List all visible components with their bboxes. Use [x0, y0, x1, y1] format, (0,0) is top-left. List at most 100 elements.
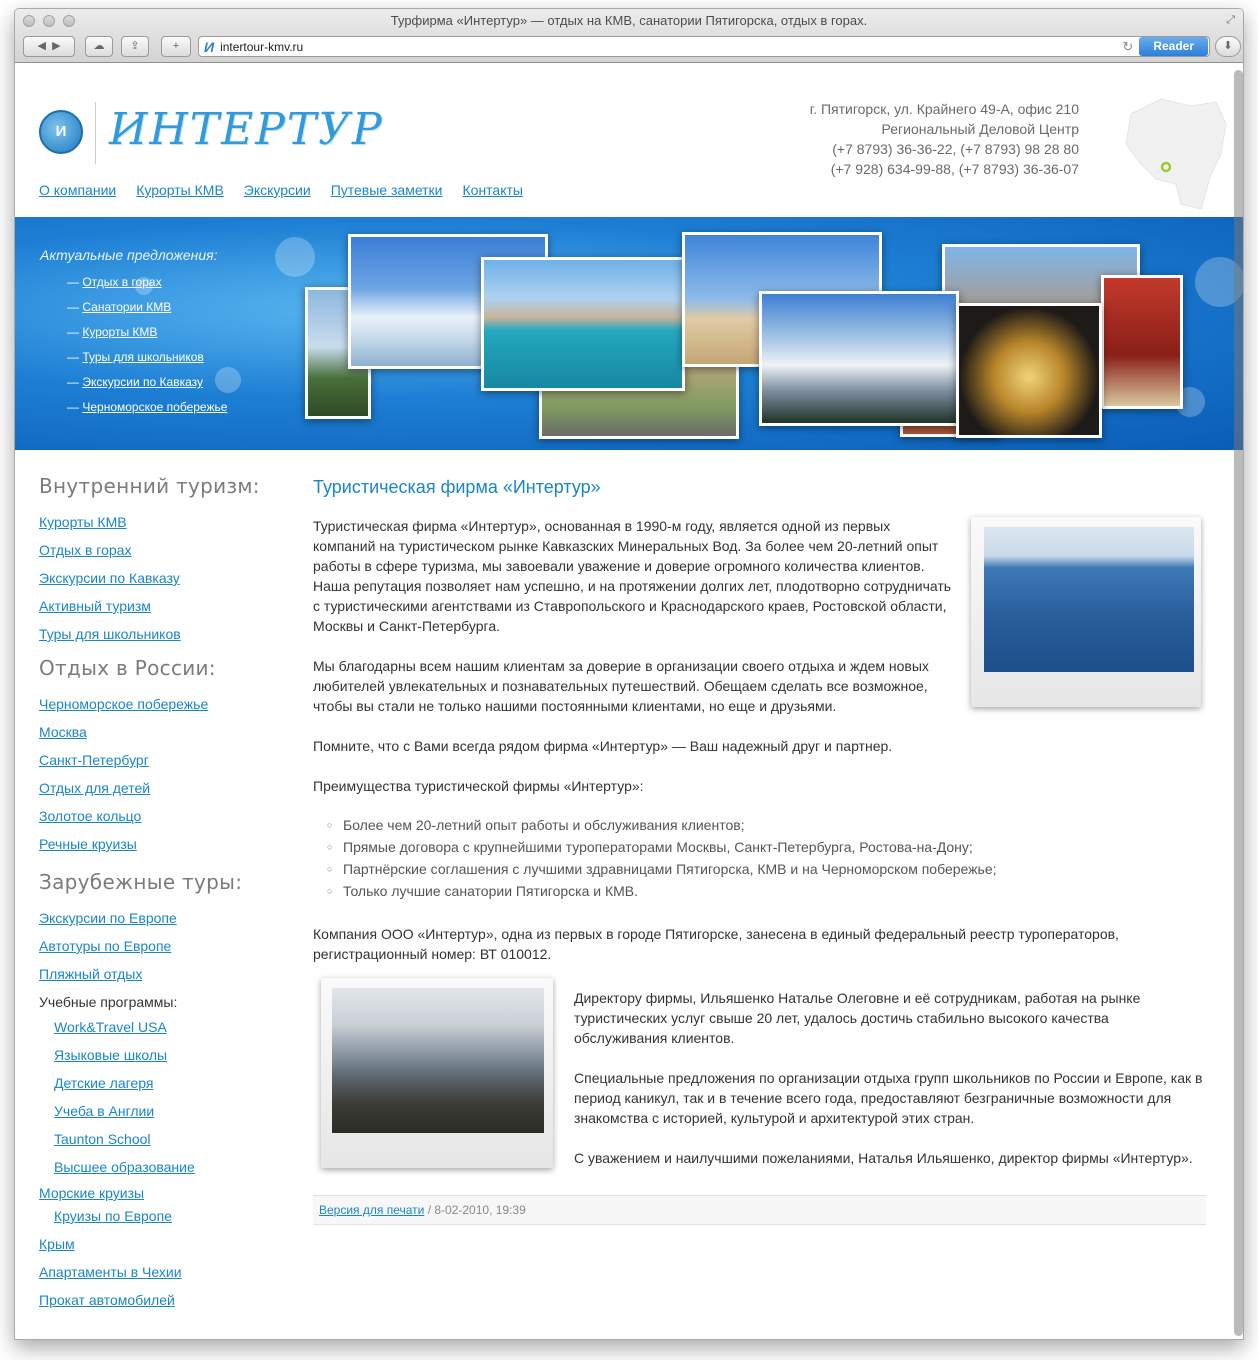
nav-about[interactable]: О компании: [39, 182, 116, 198]
offers-banner: Актуальные предложения: — Отдых в горах …: [15, 217, 1243, 450]
sidebar-sublink[interactable]: Taunton School: [54, 1131, 151, 1147]
offer-item: — Отдых в горах: [67, 275, 162, 289]
offer-link-black-sea[interactable]: Черноморское побережье: [82, 400, 227, 414]
offer-link-mountains[interactable]: Отдых в горах: [82, 275, 161, 289]
sidebar-link[interactable]: Курорты КМВ: [39, 514, 127, 530]
sidebar-link[interactable]: Экскурсии по Европе: [39, 910, 177, 926]
article-paragraph: Компания ООО «Интертур», одна из первых …: [313, 926, 1119, 962]
article-paragraph: Специальные предложения по организации о…: [574, 1070, 1203, 1126]
sidebar-link[interactable]: Пляжный отдых: [39, 966, 142, 982]
sidebar-link[interactable]: Крым: [39, 1236, 75, 1252]
logo-wordmark[interactable]: ИНТЕРТУР: [109, 104, 384, 155]
publish-date: / 8-02-2010, 19:39: [427, 1203, 526, 1217]
sidebar-link[interactable]: Черноморское побережье: [39, 696, 208, 712]
sidebar-link[interactable]: Морские круизы: [39, 1185, 144, 1201]
sidebar-heading-domestic: Внутренний туризм:: [39, 474, 260, 498]
sidebar-sublink[interactable]: Языковые школы: [54, 1047, 167, 1063]
sidebar-link[interactable]: Отдых для детей: [39, 780, 150, 796]
sidebar-heading-abroad: Зарубежные туры:: [39, 870, 243, 894]
share-button[interactable]: ⇪: [121, 36, 149, 57]
downloads-button[interactable]: ⬇: [1215, 36, 1241, 57]
offer-item: — Черноморское побережье: [67, 400, 228, 414]
sidebar-sublink[interactable]: Круизы по Европе: [54, 1208, 172, 1224]
offer-link-school-tours[interactable]: Туры для школьников: [82, 350, 203, 364]
sidebar-link[interactable]: Отдых в горах: [39, 542, 131, 558]
article-photo-mountain-frame: [321, 978, 553, 1168]
sidebar-sublink[interactable]: Work&Travel USA: [54, 1019, 167, 1035]
contact-center: Региональный Деловой Центр: [881, 121, 1079, 137]
site-header: И ИНТЕРТУР г. Пятигорск, ул. Крайнего 49…: [15, 64, 1243, 217]
reader-button[interactable]: Reader: [1139, 37, 1208, 56]
banner-photo-yacht: [481, 257, 685, 391]
page-scrollbar[interactable]: [1234, 70, 1243, 1336]
article-photo-sea-frame: [971, 517, 1201, 707]
sidebar-list-russia: Черноморское побережье Москва Санкт-Пете…: [39, 696, 279, 864]
new-tab-button[interactable]: +: [161, 36, 191, 57]
article-photo-mountain: [332, 988, 544, 1133]
sidebar: Внутренний туризм: Курорты КМВ Отдых в г…: [39, 450, 279, 1320]
article-paragraph: Туристическая фирма «Интертур», основанн…: [313, 518, 952, 634]
window-title: Турфирма «Интертур» — отдых на КМВ, сана…: [390, 13, 868, 28]
sidebar-link[interactable]: Москва: [39, 724, 87, 740]
article-paragraph: Мы благодарны всем нашим клиентам за дов…: [313, 658, 929, 714]
top-navigation: О компании Курорты КМВ Экскурсии Путевые…: [39, 182, 523, 198]
fullscreen-icon[interactable]: ⤢: [1226, 14, 1235, 27]
contact-block: г. Пятигорск, ул. Крайнего 49-А, офис 21…: [810, 99, 1079, 179]
cloud-icon: ☁: [93, 40, 105, 52]
back-icon[interactable]: ◀: [37, 40, 45, 52]
sidebar-link[interactable]: Золотое кольцо: [39, 808, 141, 824]
sidebar-link[interactable]: Речные круизы: [39, 836, 137, 852]
sidebar-link[interactable]: Экскурсии по Кавказу: [39, 570, 180, 586]
article-paragraph: Преимущества туристической фирмы «Интерт…: [313, 778, 644, 794]
site-favicon-icon: И: [204, 38, 215, 55]
sidebar-sublink[interactable]: Детские лагеря: [54, 1075, 153, 1091]
article-paragraph: С уважением и наилучшими пожеланиями, На…: [574, 1150, 1193, 1166]
offer-item: — Туры для школьников: [67, 350, 204, 364]
sidebar-link[interactable]: Прокат автомобилей: [39, 1292, 175, 1308]
sidebar-link[interactable]: Туры для школьников: [39, 626, 181, 642]
print-version-link[interactable]: Версия для печати: [319, 1203, 424, 1217]
offers-list: — Отдых в горах — Санатории КМВ — Курорт…: [67, 275, 227, 425]
nav-resorts[interactable]: Курорты КМВ: [136, 182, 224, 198]
article-paragraph: Помните, что с Вами всегда рядом фирма «…: [313, 738, 893, 754]
sidebar-edu-label: Учебные программы:: [39, 994, 178, 1010]
sidebar-sublink[interactable]: Учеба в Англии: [54, 1103, 154, 1119]
sidebar-sublink[interactable]: Высшее образование: [54, 1159, 195, 1175]
contact-phones-2: (+7 928) 634-99-88, (+7 8793) 36-36-07: [830, 161, 1079, 177]
logo-emblem-icon[interactable]: И: [39, 110, 83, 154]
sidebar-list-abroad: Экскурсии по Европе Автотуры по Европе П…: [39, 910, 279, 1320]
sidebar-link[interactable]: Санкт-Петербург: [39, 752, 149, 768]
address-bar[interactable]: И intertour-kmv.ru ↻ Reader: [198, 36, 1210, 57]
banner-photo-kremlin-clock: [1101, 275, 1183, 409]
article-photo-sea: [984, 527, 1194, 672]
page-title: Туристическая фирма «Интертур»: [313, 477, 601, 497]
offer-link-sanatoriums[interactable]: Санатории КМВ: [82, 300, 171, 314]
reload-icon[interactable]: ↻: [1122, 39, 1133, 55]
sidebar-link[interactable]: Апартаменты в Чехии: [39, 1264, 182, 1280]
url-text[interactable]: intertour-kmv.ru: [220, 40, 1122, 54]
offer-item: — Курорты КМВ: [67, 325, 158, 339]
offer-item: — Экскурсии по Кавказу: [67, 375, 203, 389]
offer-link-resorts[interactable]: Курорты КМВ: [82, 325, 157, 339]
offer-link-caucasus[interactable]: Экскурсии по Кавказу: [82, 375, 203, 389]
share-icon: ⇪: [130, 40, 140, 52]
advantage-item: Прямые договора с крупнейшими туроперато…: [327, 836, 1208, 858]
advantages-list: Более чем 20-летний опыт работы и обслуж…: [327, 814, 1208, 902]
sidebar-link[interactable]: Автотуры по Европе: [39, 938, 171, 954]
plus-icon: +: [172, 40, 180, 52]
nav-travel-notes[interactable]: Путевые заметки: [331, 182, 443, 198]
sidebar-link[interactable]: Активный туризм: [39, 598, 151, 614]
browser-window: Турфирма «Интертур» — отдых на КМВ, сана…: [14, 8, 1244, 1340]
forward-icon[interactable]: ▶: [52, 40, 60, 52]
article-paragraph: Директору фирмы, Ильяшенко Наталье Олего…: [574, 990, 1141, 1046]
nav-contacts[interactable]: Контакты: [463, 182, 523, 198]
offer-item: — Санатории КМВ: [67, 300, 172, 314]
back-forward-buttons[interactable]: ◀ ▶: [23, 36, 75, 57]
article-footer: Версия для печати / 8-02-2010, 19:39: [313, 1195, 1206, 1225]
nav-excursions[interactable]: Экскурсии: [244, 182, 311, 198]
advantage-item: Только лучшие санатории Пятигорска и КМВ…: [327, 880, 1208, 902]
advantage-item: Партнёрские соглашения с лучшими здравни…: [327, 858, 1208, 880]
offers-title: Актуальные предложения:: [40, 247, 218, 263]
icloud-tabs-button[interactable]: ☁: [85, 36, 113, 57]
contact-address: г. Пятигорск, ул. Крайнего 49-А, офис 21…: [809, 101, 1079, 117]
